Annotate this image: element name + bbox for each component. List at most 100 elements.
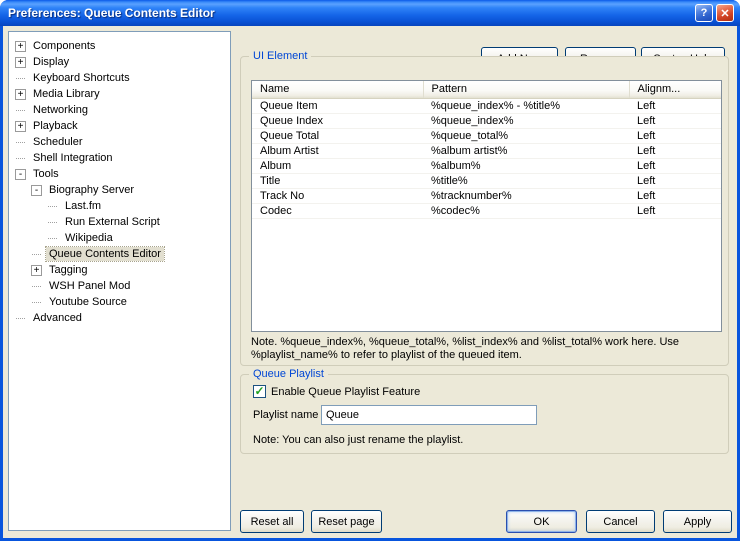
tree-line bbox=[15, 313, 26, 324]
column-header-name[interactable]: Name bbox=[252, 81, 423, 98]
cell-pattern: %queue_index% bbox=[423, 113, 629, 128]
expand-icon[interactable]: + bbox=[15, 89, 26, 100]
enable-queue-playlist-row: ✓ Enable Queue Playlist Feature bbox=[253, 385, 420, 398]
window-title: Preferences: Queue Contents Editor bbox=[8, 6, 692, 20]
table-row[interactable]: Codec%codec%Left bbox=[252, 203, 721, 218]
reset-all-button[interactable]: Reset all bbox=[240, 510, 304, 533]
tree-item-wikipedia[interactable]: Wikipedia bbox=[9, 230, 230, 246]
tree-line bbox=[31, 249, 42, 260]
table-row[interactable]: Album Artist%album artist%Left bbox=[252, 143, 721, 158]
ok-button[interactable]: OK bbox=[506, 510, 577, 533]
tree-line bbox=[47, 201, 58, 212]
tree-item-last-fm[interactable]: Last.fm bbox=[9, 198, 230, 214]
cell-pattern: %title% bbox=[423, 173, 629, 188]
tree-item-label[interactable]: Playback bbox=[30, 119, 81, 133]
tree-line bbox=[47, 217, 58, 228]
cell-alignment: Left bbox=[629, 98, 721, 113]
cell-name: Album bbox=[252, 158, 423, 173]
tree-item-tagging[interactable]: + Tagging bbox=[9, 262, 230, 278]
ui-element-note: Note. %queue_index%, %queue_total%, %lis… bbox=[251, 336, 727, 362]
column-header-pattern[interactable]: Pattern bbox=[423, 81, 629, 98]
ui-element-group: UI Element NamePatternAlignm... Queue It… bbox=[240, 56, 729, 366]
cell-name: Track No bbox=[252, 188, 423, 203]
tree-item-advanced[interactable]: Advanced bbox=[9, 310, 230, 326]
cancel-button[interactable]: Cancel bbox=[586, 510, 655, 533]
cell-pattern: %album artist% bbox=[423, 143, 629, 158]
help-button[interactable]: ? bbox=[695, 4, 713, 22]
tree-item-wsh-panel-mod[interactable]: WSH Panel Mod bbox=[9, 278, 230, 294]
tree-item-shell-integration[interactable]: Shell Integration bbox=[9, 150, 230, 166]
expand-icon[interactable]: + bbox=[15, 121, 26, 132]
tree-line bbox=[31, 297, 42, 308]
cell-alignment: Left bbox=[629, 113, 721, 128]
tree-line bbox=[31, 281, 42, 292]
tree-item-label[interactable]: Scheduler bbox=[30, 135, 86, 149]
cell-alignment: Left bbox=[629, 143, 721, 158]
tree-item-run-external-script[interactable]: Run External Script bbox=[9, 214, 230, 230]
tree-item-label[interactable]: Last.fm bbox=[62, 199, 104, 213]
queue-playlist-group-label: Queue Playlist bbox=[249, 368, 328, 380]
tree-item-label[interactable]: Media Library bbox=[30, 87, 103, 101]
tree-item-label[interactable]: Advanced bbox=[30, 311, 85, 325]
tree-item-label[interactable]: Youtube Source bbox=[46, 295, 130, 309]
close-button[interactable]: ✕ bbox=[716, 4, 734, 22]
cell-name: Album Artist bbox=[252, 143, 423, 158]
expand-icon[interactable]: + bbox=[15, 41, 26, 52]
cell-alignment: Left bbox=[629, 173, 721, 188]
queue-playlist-note: Note: You can also just rename the playl… bbox=[253, 434, 713, 447]
tree-item-label[interactable]: Tools bbox=[30, 167, 62, 181]
ui-elements-table-header-row: NamePatternAlignm... bbox=[252, 81, 721, 98]
tree-item-label[interactable]: Components bbox=[30, 39, 98, 53]
tree-line bbox=[47, 233, 58, 244]
cell-name: Queue Item bbox=[252, 98, 423, 113]
reset-page-button[interactable]: Reset page bbox=[311, 510, 382, 533]
tree-line bbox=[15, 73, 26, 84]
tree-item-label[interactable]: Run External Script bbox=[62, 215, 163, 229]
table-row[interactable]: Track No%tracknumber%Left bbox=[252, 188, 721, 203]
tree-item-label[interactable]: Queue Contents Editor bbox=[46, 247, 164, 261]
ui-element-group-label: UI Element bbox=[249, 50, 311, 62]
tree-item-youtube-source[interactable]: Youtube Source bbox=[9, 294, 230, 310]
tree-item-label[interactable]: Wikipedia bbox=[62, 231, 116, 245]
tree-item-label[interactable]: Biography Server bbox=[46, 183, 137, 197]
ui-elements-table-body: Queue Item%queue_index% - %title%LeftQue… bbox=[252, 98, 721, 218]
table-row[interactable]: Queue Index%queue_index%Left bbox=[252, 113, 721, 128]
tree-item-label[interactable]: Shell Integration bbox=[30, 151, 116, 165]
tree-item-keyboard-shortcuts[interactable]: Keyboard Shortcuts bbox=[9, 70, 230, 86]
tree-item-playback[interactable]: + Playback bbox=[9, 118, 230, 134]
collapse-icon[interactable]: - bbox=[15, 169, 26, 180]
dialog-body: + Components + Display Keyboard Shortcuts + Me… bbox=[3, 26, 737, 538]
table-row[interactable]: Album%album%Left bbox=[252, 158, 721, 173]
queue-playlist-group: Queue Playlist ✓ Enable Queue Playlist F… bbox=[240, 374, 729, 454]
tree-item-tools[interactable]: -Tools bbox=[9, 166, 230, 182]
collapse-icon[interactable]: - bbox=[31, 185, 42, 196]
tree-item-label[interactable]: Display bbox=[30, 55, 72, 69]
expand-icon[interactable]: + bbox=[31, 265, 42, 276]
cell-pattern: %tracknumber% bbox=[423, 188, 629, 203]
enable-queue-playlist-checkbox[interactable]: ✓ bbox=[253, 385, 266, 398]
tree-item-scheduler[interactable]: Scheduler bbox=[9, 134, 230, 150]
apply-button[interactable]: Apply bbox=[663, 510, 732, 533]
playlist-name-input[interactable] bbox=[321, 405, 537, 425]
tree-item-biography-server[interactable]: -Biography Server bbox=[9, 182, 230, 198]
preferences-window: Preferences: Queue Contents Editor ? ✕ +… bbox=[0, 0, 740, 541]
tree-item-label[interactable]: Networking bbox=[30, 103, 91, 117]
cell-name: Queue Index bbox=[252, 113, 423, 128]
enable-queue-playlist-label[interactable]: Enable Queue Playlist Feature bbox=[271, 386, 420, 398]
tree-item-label[interactable]: WSH Panel Mod bbox=[46, 279, 133, 293]
expand-icon[interactable]: + bbox=[15, 57, 26, 68]
column-header-alignment[interactable]: Alignm... bbox=[629, 81, 721, 98]
tree-item-networking[interactable]: Networking bbox=[9, 102, 230, 118]
tree-item-label[interactable]: Keyboard Shortcuts bbox=[30, 71, 133, 85]
tree-item-display[interactable]: + Display bbox=[9, 54, 230, 70]
titlebar[interactable]: Preferences: Queue Contents Editor ? ✕ bbox=[0, 0, 740, 26]
tree-item-components[interactable]: + Components bbox=[9, 38, 230, 54]
cell-pattern: %album% bbox=[423, 158, 629, 173]
table-row[interactable]: Queue Item%queue_index% - %title%Left bbox=[252, 98, 721, 113]
tree-item-queue-contents-editor[interactable]: Queue Contents Editor bbox=[9, 246, 230, 262]
table-row[interactable]: Title%title%Left bbox=[252, 173, 721, 188]
tree-item-media-library[interactable]: + Media Library bbox=[9, 86, 230, 102]
table-row[interactable]: Queue Total%queue_total%Left bbox=[252, 128, 721, 143]
tree-item-label[interactable]: Tagging bbox=[46, 263, 91, 277]
tree-line bbox=[15, 153, 26, 164]
